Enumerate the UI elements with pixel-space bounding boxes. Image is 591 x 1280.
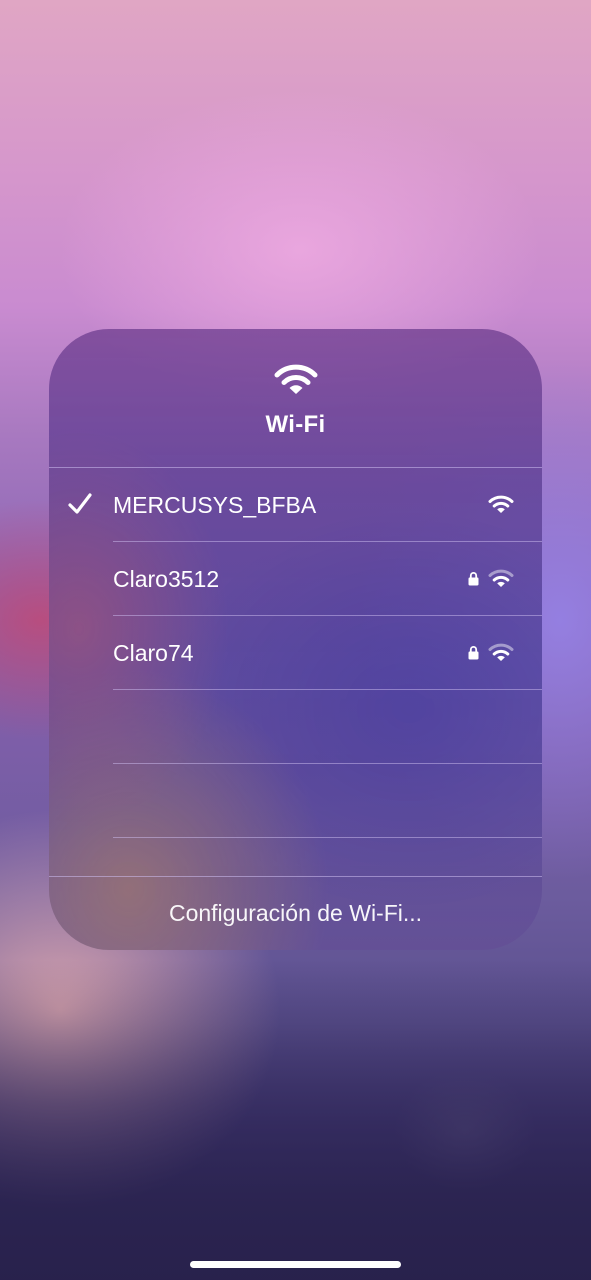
empty-network-row <box>49 764 542 838</box>
network-row-mercusys[interactable]: MERCUSYS_BFBA <box>49 468 542 542</box>
wifi-signal-icon <box>488 643 514 661</box>
network-name: Claro74 <box>113 640 194 666</box>
row-divider <box>113 837 542 838</box>
wifi-signal-icon <box>488 569 514 587</box>
panel-title: Wi-Fi <box>265 411 326 438</box>
wifi-panel-header: Wi-Fi <box>49 329 542 467</box>
network-row-claro3512[interactable]: Claro3512 <box>49 542 542 616</box>
network-name: Claro3512 <box>113 566 220 592</box>
wifi-settings-link[interactable]: Configuración de Wi-Fi... <box>49 877 542 950</box>
home-indicator[interactable] <box>190 1261 401 1268</box>
wifi-signal-icon <box>488 495 514 513</box>
checkmark-icon <box>68 493 92 514</box>
empty-network-row <box>49 690 542 764</box>
wifi-panel: Wi-Fi MERCUSYS_BFBA Claro3512 Claro74 Co… <box>49 329 542 950</box>
wifi-icon <box>274 364 318 394</box>
lock-icon <box>468 646 479 660</box>
background-haze <box>0 960 591 1280</box>
lock-icon <box>468 572 479 586</box>
network-row-claro74[interactable]: Claro74 <box>49 616 542 690</box>
network-name: MERCUSYS_BFBA <box>113 492 317 518</box>
